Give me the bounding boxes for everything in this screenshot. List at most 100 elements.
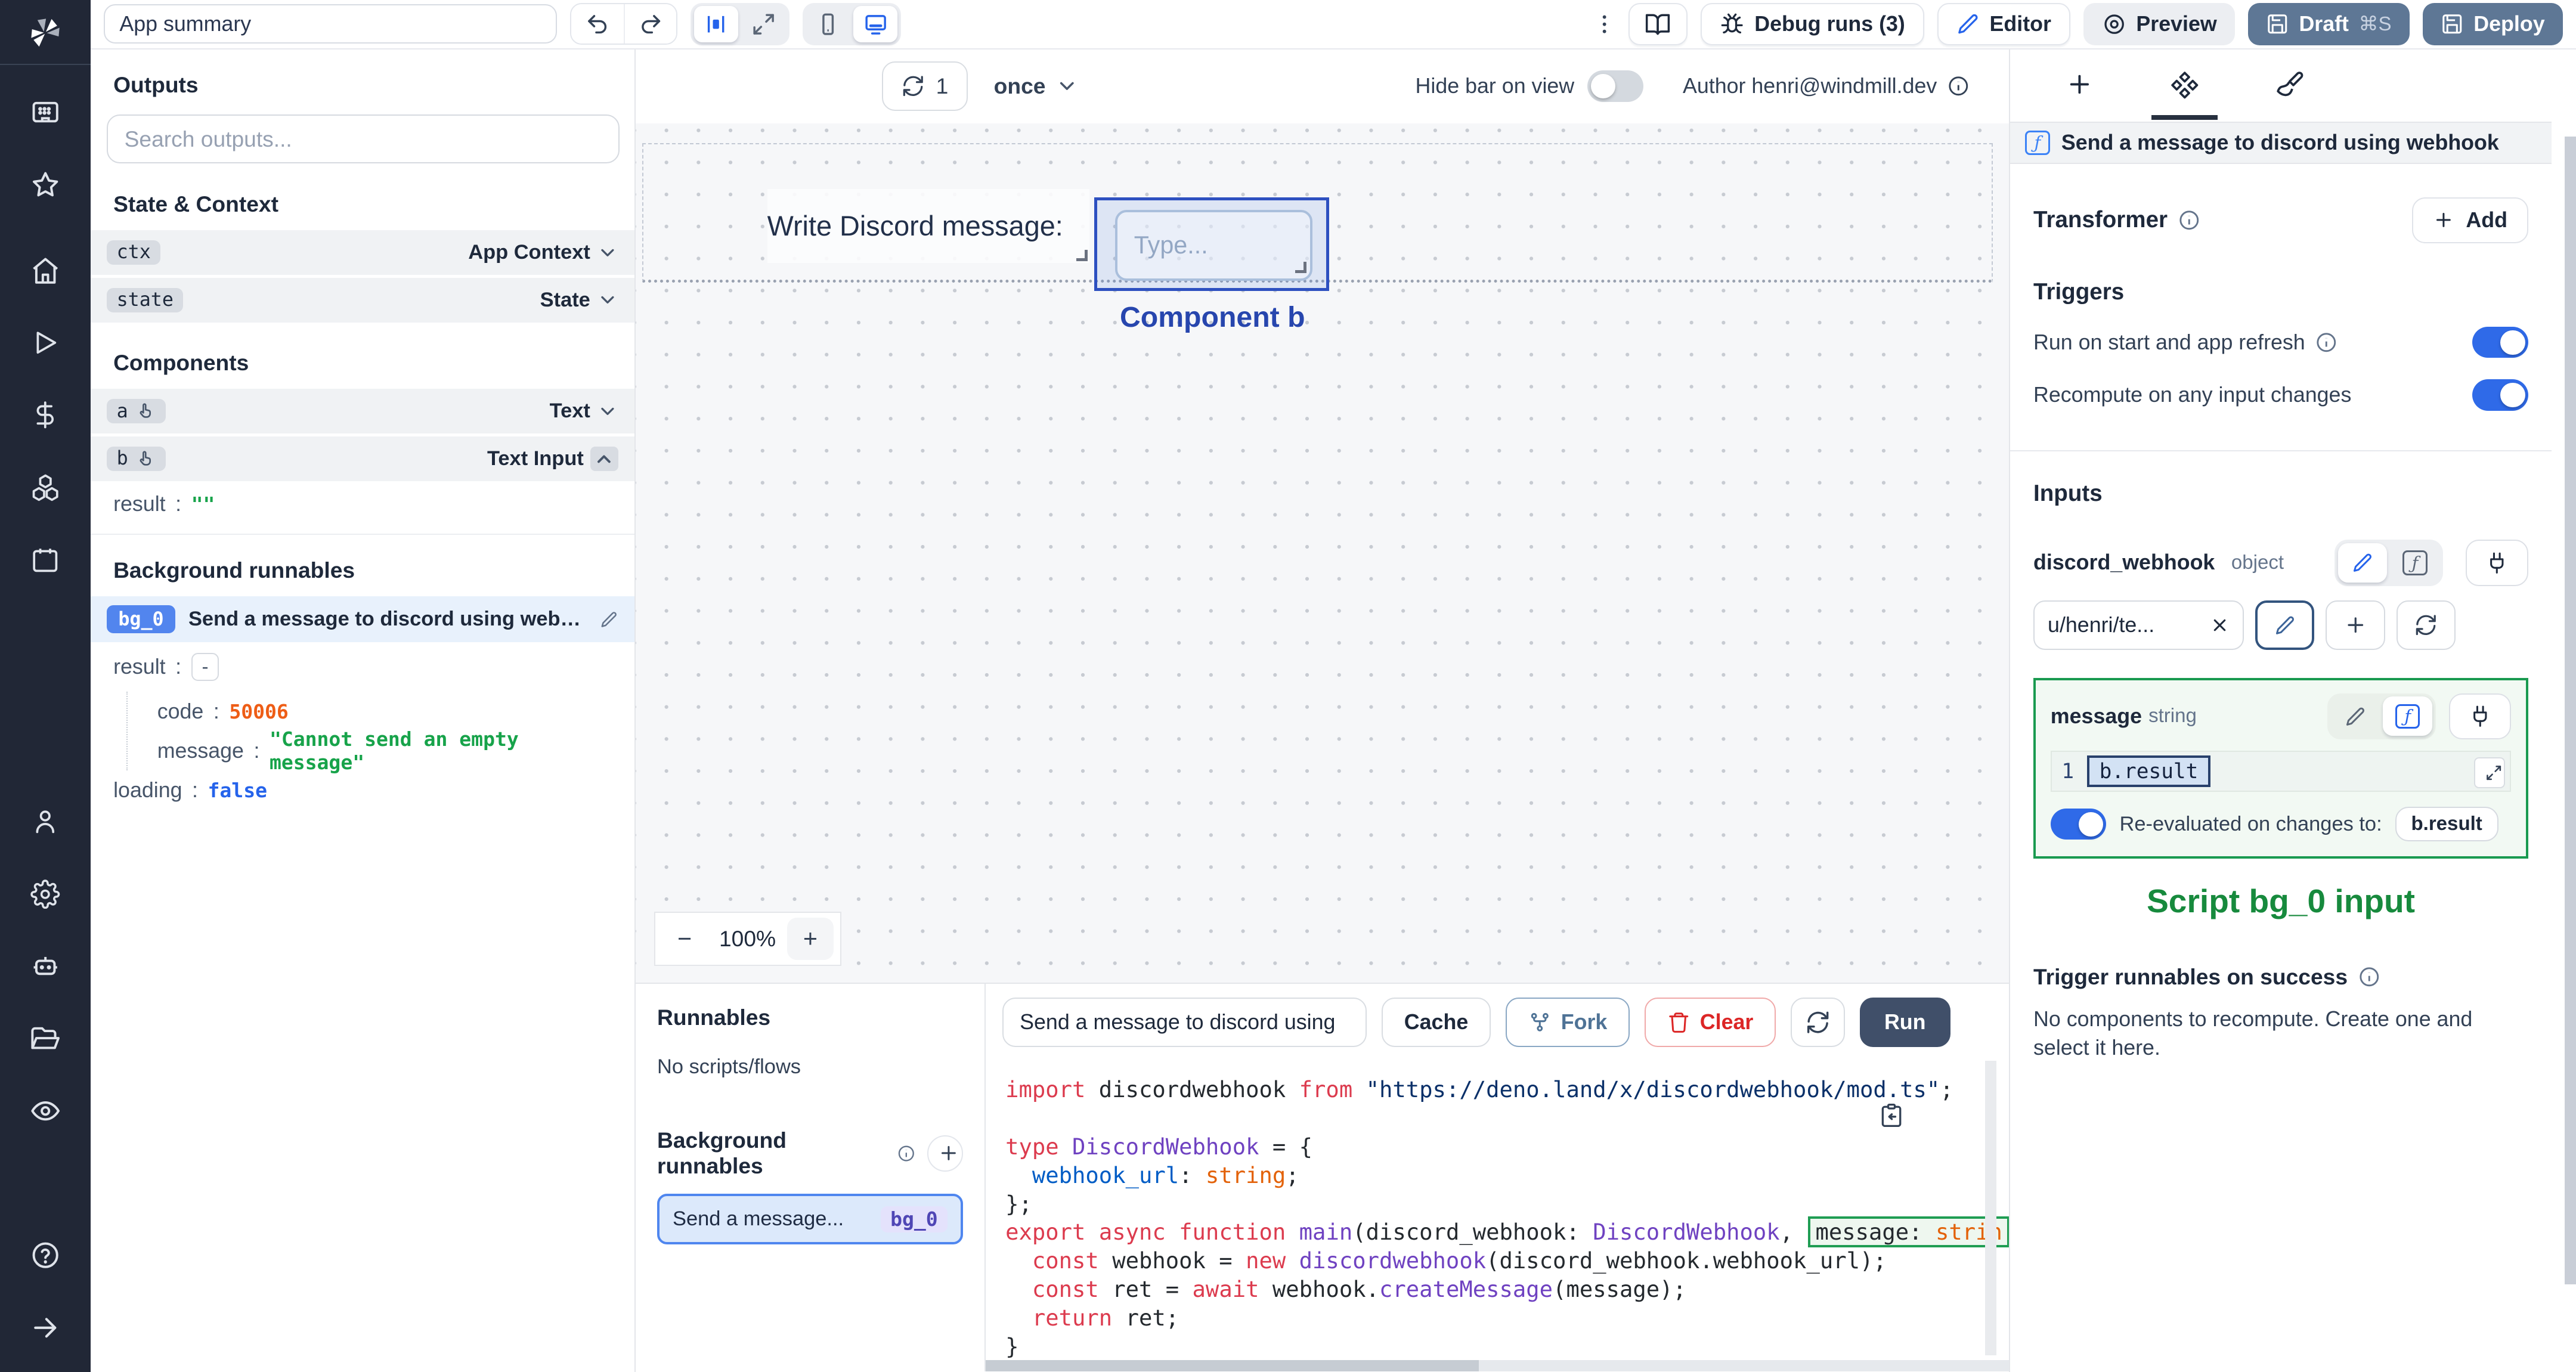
text-input-component[interactable] xyxy=(1115,210,1312,281)
bg0-runnable-row[interactable]: bg_0 Send a message to discord using web… xyxy=(90,596,635,643)
reevaluate-toggle[interactable] xyxy=(2050,809,2107,840)
edit-pencil-icon[interactable] xyxy=(600,611,618,628)
runnable-name-input[interactable] xyxy=(1002,997,1367,1047)
connect-plug-button[interactable] xyxy=(2448,693,2512,739)
reevaluate-target-chip[interactable]: b.result xyxy=(2395,806,2498,842)
copy-code-icon[interactable] xyxy=(1868,1100,1914,1130)
cache-button[interactable]: Cache xyxy=(1381,997,1491,1047)
code-line: } xyxy=(1005,1333,1019,1360)
deploy-button[interactable]: Deploy xyxy=(2422,2,2563,46)
expression-editor-line[interactable]: 1 b.result xyxy=(2050,751,2512,792)
desktop-view-button[interactable] xyxy=(853,6,898,42)
code-horizontal-scrollbar[interactable] xyxy=(986,1360,2010,1372)
app-canvas[interactable]: Write Discord message: Component b − 100… xyxy=(636,123,2010,983)
editor-label: Editor xyxy=(1989,11,2051,36)
workers-robot-icon[interactable] xyxy=(16,941,75,991)
trigger-success-label: Trigger runnables on success xyxy=(2033,964,2348,990)
draft-button[interactable]: Draft ⌘S xyxy=(2248,2,2410,46)
collapse-chevron-up-icon[interactable] xyxy=(590,446,618,472)
audit-eye-icon[interactable] xyxy=(16,1086,75,1136)
help-icon[interactable] xyxy=(16,1231,75,1280)
create-resource-button[interactable] xyxy=(2326,600,2385,650)
code-vertical-scrollbar[interactable] xyxy=(1984,1061,1997,1355)
info-icon[interactable] xyxy=(1947,75,1970,98)
edit-resource-button[interactable] xyxy=(2255,600,2315,650)
windmill-logo-icon[interactable] xyxy=(26,13,65,52)
settings-gear-icon[interactable] xyxy=(16,869,75,919)
chevron-down-icon xyxy=(601,249,614,256)
zoom-in-button[interactable]: + xyxy=(787,917,834,961)
search-outputs-input[interactable] xyxy=(107,114,620,164)
resource-input[interactable]: u/henri/te... xyxy=(2033,600,2244,650)
connect-plug-button[interactable] xyxy=(2466,540,2529,586)
bg0-runnable-item[interactable]: Send a message... bg_0 xyxy=(657,1194,964,1245)
resize-handle[interactable] xyxy=(1076,249,1088,262)
static-pencil-mode-button[interactable] xyxy=(2337,543,2388,583)
schedules-calendar-icon[interactable] xyxy=(16,535,75,584)
docs-book-button[interactable] xyxy=(1628,2,1688,46)
fullscreen-layout-button[interactable] xyxy=(742,6,786,42)
home-icon[interactable] xyxy=(16,246,75,295)
eval-function-mode-button[interactable]: ƒ xyxy=(2391,543,2440,583)
undo-redo-group xyxy=(569,3,678,45)
expression-value[interactable]: b.result xyxy=(2087,755,2210,788)
runnable-toolbar: Cache Fork Clear Run xyxy=(986,984,2010,1061)
resources-boxes-icon[interactable] xyxy=(16,463,75,512)
more-options-kebab-icon[interactable] xyxy=(1583,4,1615,44)
refresh-mode-dropdown[interactable]: once xyxy=(984,72,1088,101)
text-component-a[interactable]: Write Discord message: xyxy=(767,188,1089,263)
collapse-result-button[interactable]: - xyxy=(191,653,219,682)
refresh-resource-button[interactable] xyxy=(2396,600,2456,650)
favorites-star-icon[interactable] xyxy=(16,160,75,210)
clear-button[interactable]: Clear xyxy=(1644,997,1776,1047)
eval-function-mode-button[interactable]: ƒ xyxy=(2383,696,2433,736)
component-b-result-row[interactable]: result: "" xyxy=(91,484,635,524)
hide-bar-toggle[interactable] xyxy=(1587,70,1643,102)
fork-button[interactable]: Fork xyxy=(1505,997,1630,1047)
insert-component-tab[interactable] xyxy=(2046,69,2112,118)
user-icon[interactable] xyxy=(16,797,75,847)
static-pencil-mode-button[interactable] xyxy=(2330,696,2380,736)
redo-button[interactable] xyxy=(624,4,677,44)
runs-play-icon[interactable] xyxy=(16,318,75,368)
output-row-ctx[interactable]: ctx App Context xyxy=(90,230,635,275)
collapse-arrow-right-icon[interactable] xyxy=(16,1303,75,1352)
recompute-toggle[interactable] xyxy=(2472,379,2529,411)
centered-layout-button[interactable] xyxy=(693,6,739,42)
refresh-count-box[interactable]: 1 xyxy=(882,61,968,111)
info-icon xyxy=(898,1145,914,1162)
undo-button[interactable] xyxy=(571,4,624,44)
bg0-result-row[interactable]: result: - xyxy=(91,642,635,692)
styling-brush-tab[interactable] xyxy=(2257,69,2323,120)
page-scrollbar[interactable] xyxy=(2551,49,2576,1372)
app-summary-input[interactable] xyxy=(103,4,557,44)
editor-tab-button[interactable]: Editor xyxy=(1937,2,2071,46)
output-row-component-a[interactable]: a Text xyxy=(90,389,635,433)
expand-editor-icon[interactable] xyxy=(2473,757,2506,788)
folders-icon[interactable] xyxy=(16,1014,75,1064)
component-settings-tab[interactable] xyxy=(2151,69,2218,120)
trigger-success-heading: Trigger runnables on success xyxy=(2010,964,2551,990)
run-on-start-toggle[interactable] xyxy=(2472,327,2529,358)
preview-tab-button[interactable]: Preview xyxy=(2083,2,2236,46)
output-row-state[interactable]: state State xyxy=(90,278,635,323)
clear-resource-x-icon[interactable] xyxy=(2210,615,2230,635)
output-row-component-b[interactable]: b Text Input xyxy=(90,436,635,481)
debug-runs-button[interactable]: Debug runs (3) xyxy=(1701,2,1925,46)
add-transformer-button[interactable]: Add xyxy=(2412,197,2529,243)
resize-handle[interactable] xyxy=(1295,261,1306,273)
variables-dollar-icon[interactable] xyxy=(16,391,75,440)
state-badge: state xyxy=(107,287,184,313)
recompute-row: Recompute on any input changes xyxy=(2010,379,2551,411)
add-bg-runnable-button[interactable] xyxy=(927,1135,964,1172)
selected-runnable-header: ƒ Send a message to discord using webhoo… xyxy=(2010,121,2552,165)
code-editor[interactable]: import discordwebhook from "https://deno… xyxy=(986,1061,2010,1371)
run-button[interactable]: Run xyxy=(1859,997,1950,1047)
apps-icon[interactable] xyxy=(16,88,75,138)
selected-component-b[interactable] xyxy=(1094,197,1329,291)
zoom-out-button[interactable]: − xyxy=(662,918,708,961)
component-b-kind: Text Input xyxy=(487,447,584,470)
refresh-count: 1 xyxy=(936,73,949,99)
refresh-run-button[interactable] xyxy=(1790,997,1845,1047)
mobile-view-button[interactable] xyxy=(806,6,850,42)
